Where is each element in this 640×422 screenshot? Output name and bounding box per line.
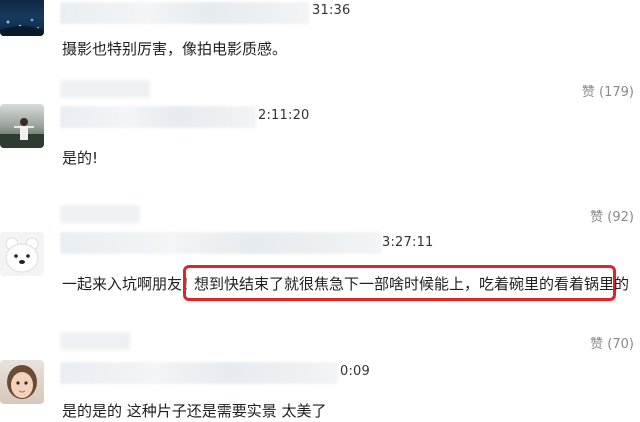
comment-timestamp: 2:11:20 [258,108,310,123]
avatar[interactable] [0,104,44,148]
avatar[interactable] [0,232,44,276]
comment-item-2: 2:11:20 是的! 赞 (92) [0,100,640,228]
like-button[interactable]: 赞 (92) [590,206,634,225]
reply-links-blurred [60,205,140,223]
comment-text: 是的! [62,149,99,167]
username-blurred[interactable] [60,2,310,24]
avatar[interactable] [0,0,44,36]
comment-timestamp: 31:36 [312,3,351,18]
username-blurred[interactable] [60,362,338,384]
comment-item-4: 0:09 是的是的 这种片子还是需要实景 太美了 [0,354,640,422]
username-blurred[interactable] [60,106,256,128]
avatar[interactable] [0,360,44,404]
comment-timestamp: 3:27:11 [382,235,434,250]
like-button[interactable]: 赞 (70) [590,333,634,352]
avatar-person-image [0,118,44,148]
reply-links-blurred [60,80,150,98]
avatar-bear-image [5,237,39,273]
comment-text: 摄影也特别厉害，像拍电影质感。 [62,40,288,58]
avatar-child-image [7,365,37,399]
reply-links-blurred [60,332,130,350]
like-button[interactable]: 赞 (179) [582,81,634,100]
comment-item-1: 31:36 摄影也特别厉害，像拍电影质感。 赞 (179) [0,0,640,100]
username-blurred[interactable] [60,232,382,254]
comment-text: 是的是的 这种片子还是需要实景 太美了 [62,402,327,420]
comment-timestamp: 0:09 [340,364,370,379]
comment-text: 一起来入坑啊朋友！ [62,275,198,293]
highlighted-comment-text: 想到快结束了就很焦急下一部啥时候能上，吃着碗里的看着锅里的 [194,275,630,293]
avatar-night-image [0,18,44,36]
